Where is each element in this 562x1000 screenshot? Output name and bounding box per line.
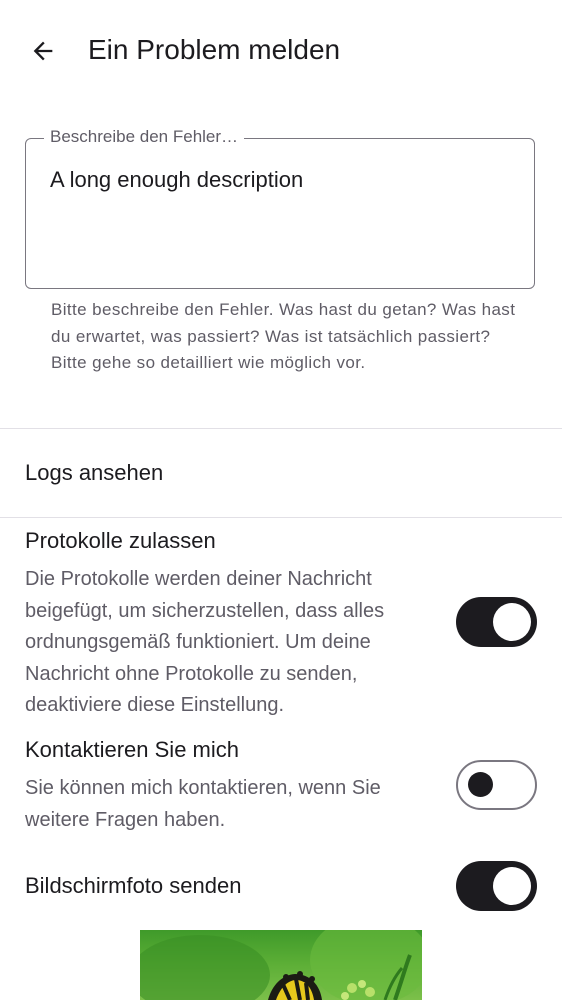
description-field[interactable]: Beschreibe den Fehler… A long enough des…	[25, 127, 535, 289]
contact-me-title: Kontaktieren Sie mich	[25, 737, 239, 762]
screenshot-preview-image	[140, 930, 422, 1000]
screenshot-preview-art	[140, 930, 422, 1000]
contact-me-switch[interactable]	[456, 760, 537, 810]
contact-me-description: Sie können mich kontaktieren, wenn Sie w…	[25, 777, 381, 831]
description-field-label: Beschreibe den Fehler…	[44, 127, 245, 147]
allow-logs-title: Protokolle zulassen	[25, 528, 216, 553]
switch-thumb	[493, 867, 531, 905]
allow-logs-description: Die Protokolle werden deiner Nachricht b…	[25, 568, 385, 716]
switch-thumb	[493, 603, 531, 641]
send-screenshot-title: Bildschirmfoto senden	[25, 873, 242, 898]
page-title: Ein Problem melden	[88, 34, 341, 65]
description-input[interactable]: A long enough description	[50, 166, 303, 194]
back-button[interactable]	[22, 30, 64, 72]
top-app-bar: Ein Problem melden	[0, 0, 562, 100]
divider	[0, 517, 562, 518]
view-logs-item[interactable]: Logs ansehen	[0, 429, 562, 517]
description-helper-text: Bitte beschreibe den Fehler. Was hast du…	[51, 300, 516, 372]
switch-thumb	[468, 772, 493, 797]
allow-logs-switch[interactable]	[456, 597, 537, 647]
view-logs-label: Logs ansehen	[25, 460, 164, 485]
send-screenshot-switch[interactable]	[456, 861, 537, 911]
arrow-left-icon	[33, 41, 53, 61]
